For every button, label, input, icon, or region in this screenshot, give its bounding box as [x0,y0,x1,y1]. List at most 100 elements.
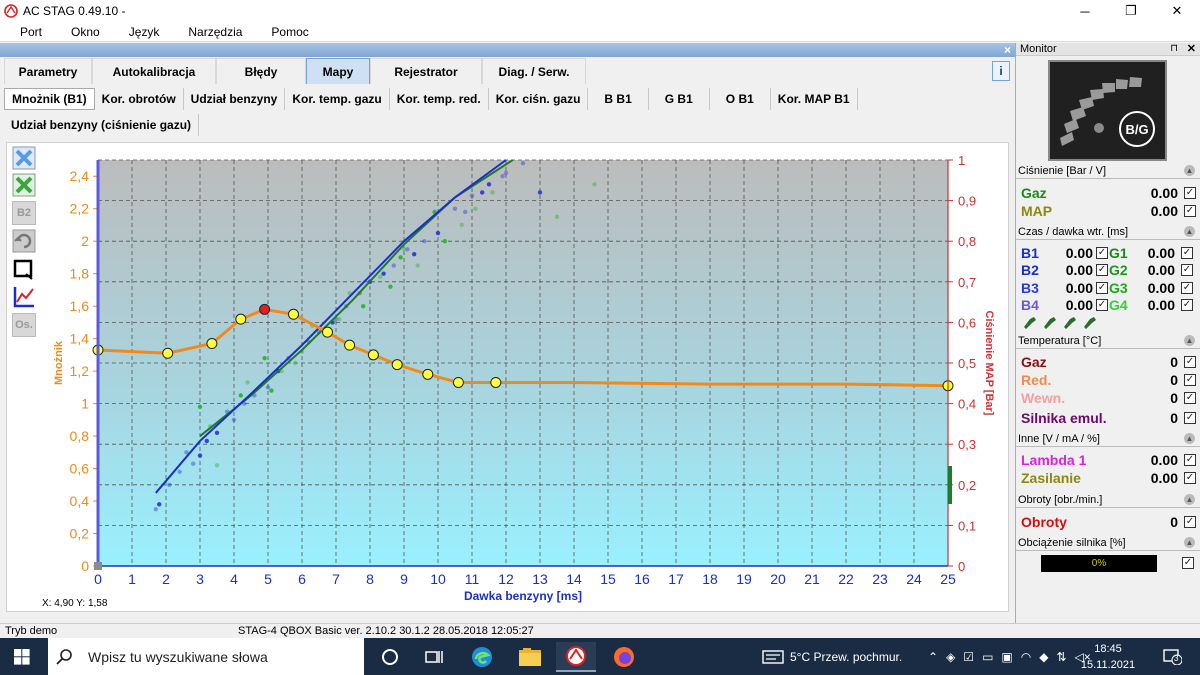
menu-narzedzia[interactable]: Narzędzia [188,25,242,39]
injection-g-value: 0.00 [1147,262,1175,278]
tray-dropbox-icon[interactable]: ◆ [1039,650,1048,664]
lambda-value: 0.00 [1150,452,1178,468]
os-button[interactable]: Os. [12,313,36,337]
windows-start-icon[interactable] [14,649,30,665]
tab-diag-serw[interactable]: Diag. / Serw. [482,58,586,84]
temp-gaz-checkbox[interactable]: ✓ [1184,356,1196,368]
gaz-pressure-checkbox[interactable]: ✓ [1184,187,1196,199]
frame-icon[interactable] [12,257,36,281]
maximize-button[interactable]: ❐ [1108,0,1154,22]
file-explorer-icon[interactable] [510,642,550,672]
injection-g-value: 0.00 [1147,297,1175,313]
subtab-kor-temp-gazu[interactable]: Kor. temp. gazu [285,88,390,110]
tab-bledy[interactable]: Błędy [216,58,306,84]
clear-green-icon[interactable] [12,173,36,197]
tab-rejestrator[interactable]: Rejestrator [370,58,482,84]
tab-mapy[interactable]: Mapy [306,58,370,84]
ac-stag-taskbar-icon[interactable] [556,642,596,672]
collapse-icon[interactable]: ▲ [1184,226,1195,237]
injection-b-checkbox[interactable]: ✓ [1096,281,1108,294]
subtab-kor-obrotow[interactable]: Kor. obrotów [95,88,184,110]
map-pressure-label: MAP [1021,203,1053,219]
temp-gaz-label: Gaz [1021,354,1047,370]
collapse-icon[interactable]: ▲ [1184,537,1195,548]
injection-g-checkbox[interactable]: ✓ [1181,299,1193,311]
weather-widget[interactable]: 5°C Przew. pochmur. [762,638,902,675]
b2-button[interactable]: B2 [12,201,36,225]
temp-red-checkbox[interactable]: ✓ [1184,374,1196,386]
collapse-icon[interactable]: ▲ [1184,433,1195,444]
injection-g-checkbox[interactable]: ✓ [1181,246,1193,259]
temp-wewn-label: Wewn. [1021,390,1066,406]
subtab-mnoznik-b1[interactable]: Mnożnik (B1) [4,88,95,110]
lambda-label: Lambda 1 [1021,452,1087,468]
refresh-icon[interactable] [12,229,36,253]
menu-okno[interactable]: Okno [71,25,100,39]
section-injection-label: Czas / dawka wtr. [ms] [1018,225,1129,238]
menu-port[interactable]: Port [20,25,42,39]
section-pressure-label: Ciśnienie [Bar / V] [1018,164,1107,177]
collapse-icon[interactable]: ▲ [1184,494,1195,505]
help-button[interactable]: i [992,61,1010,81]
injection-b-checkbox[interactable]: ✓ [1096,299,1108,311]
tray-icon[interactable]: ⇅ [1056,650,1066,664]
obroty-value: 0 [1170,514,1178,530]
notifications-icon[interactable]: 3 [1162,647,1183,666]
zasilanie-checkbox[interactable]: ✓ [1184,472,1196,484]
injection-g-label: G4 [1109,297,1128,313]
subtab-kor-cisn-gazu[interactable]: Kor. ciśn. gazu [489,88,589,110]
collapse-icon[interactable]: ▲ [1184,335,1195,346]
injection-g-label: G2 [1109,262,1128,278]
minimize-button[interactable]: ─ [1062,0,1108,22]
tray-battery-icon[interactable]: ▭ [982,650,993,664]
engine-load-bar: 0% [1041,555,1157,572]
monitor-close-button[interactable]: ✕ [1187,42,1196,55]
system-tray: ⌃ ◈ ☑ ▭ ▣ ◠ ◆ ⇅ ◁× [928,638,1091,675]
row-temp-red: Red. 0 ✓ [1021,371,1196,389]
tray-wifi-icon[interactable]: ◠ [1021,650,1031,664]
injection-g-checkbox[interactable]: ✓ [1181,281,1193,294]
map-pressure-checkbox[interactable]: ✓ [1184,205,1196,217]
tray-icon[interactable]: ▣ [1001,650,1012,664]
pin-icon[interactable]: ⊓ [1170,43,1178,54]
edge-icon[interactable] [462,642,502,672]
clock[interactable]: 18:45 15.11.2021 [1078,641,1138,673]
subtab-o-b1[interactable]: O B1 [710,88,771,110]
temp-gaz-value: 0 [1170,354,1178,370]
taskbar-search[interactable]: Wpisz tu wyszukiwane słowa [48,638,364,675]
app-icon [4,4,18,18]
tray-icon[interactable]: ☑ [963,650,974,664]
injection-b-checkbox[interactable]: ✓ [1096,264,1108,276]
obroty-checkbox[interactable]: ✓ [1184,516,1196,528]
subtab-b-b1[interactable]: B B1 [588,88,649,110]
subtab-kor-temp-red[interactable]: Kor. temp. red. [390,88,489,110]
temp-silnika-checkbox[interactable]: ✓ [1184,412,1196,424]
injection-g-checkbox[interactable]: ✓ [1181,264,1193,276]
subtab-g-b1[interactable]: G B1 [649,88,710,110]
subtab-udzial-benzyny-cisnienie[interactable]: Udział benzyny (ciśnienie gazu) [4,114,200,136]
subtab-kor-map-b1[interactable]: Kor. MAP B1 [771,88,858,110]
close-button[interactable]: ✕ [1154,0,1200,22]
firefox-icon[interactable] [604,642,644,672]
collapse-icon[interactable]: ▲ [1184,165,1195,176]
row-temp-silnika: Silnika emul. 0 ✓ [1021,409,1196,427]
load-checkbox[interactable]: ✓ [1182,557,1194,569]
clear-blue-icon[interactable] [12,146,36,170]
document-close-button[interactable]: × [1004,43,1011,57]
temp-wewn-checkbox[interactable]: ✓ [1184,392,1196,404]
tab-autokalibracja[interactable]: Autokalibracja [92,58,216,84]
task-view-icon[interactable] [414,642,454,672]
tray-chevron-icon[interactable]: ⌃ [928,650,938,664]
menu-jezyk[interactable]: Język [129,25,160,39]
injection-b-checkbox[interactable]: ✓ [1096,246,1108,259]
clock-date: 15.11.2021 [1080,659,1136,671]
cortana-icon[interactable] [370,642,410,672]
tray-icon[interactable]: ◈ [946,650,955,664]
axis-icon[interactable] [12,285,36,309]
subtab-udzial-benzyny[interactable]: Udział benzyny [184,88,286,110]
menu-pomoc[interactable]: Pomoc [271,25,308,39]
notifications-count: 3 [1174,654,1179,663]
lambda-checkbox[interactable]: ✓ [1184,454,1196,466]
tab-parametry[interactable]: Parametry [4,58,92,84]
injector-icons [1022,315,1102,329]
